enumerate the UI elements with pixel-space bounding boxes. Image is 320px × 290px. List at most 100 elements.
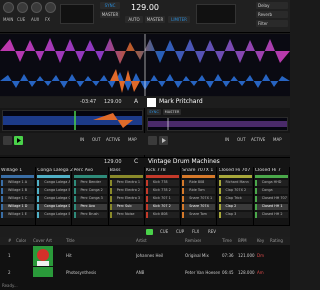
col-color[interactable]: Color <box>16 237 26 245</box>
remix-cell[interactable]: Snare Tom <box>182 212 216 218</box>
deck-b-active-button[interactable]: ACTIVE <box>251 137 265 142</box>
col-time[interactable]: Time <box>222 237 232 245</box>
top-bar: MAIN CUE AUX FX SYNC MASTER 129.00 AUTO … <box>0 0 290 33</box>
cue-button[interactable]: CUE <box>160 229 168 234</box>
remix-cell[interactable]: Perc Conga 3 <box>73 196 107 202</box>
remix-cell[interactable]: Conga Lalega D <box>37 204 71 210</box>
aux-knob[interactable] <box>31 2 42 13</box>
remix-cell[interactable]: Closed HH 1 <box>254 204 288 210</box>
remix-cell[interactable]: Willage 1 E <box>1 212 34 218</box>
deck-a-waveform[interactable] <box>0 34 290 68</box>
remix-cell[interactable]: Clap 3 <box>218 212 252 218</box>
deck-a-in-button[interactable]: IN <box>80 137 84 142</box>
col-rating[interactable]: Rating <box>270 237 283 245</box>
col-cover-art[interactable]: Cover Art <box>33 237 52 245</box>
fx-slot-3[interactable]: Filter <box>256 20 288 27</box>
master-tempo[interactable]: 129.00 <box>125 3 165 12</box>
col-bpm[interactable]: BPM <box>238 237 247 245</box>
deck-a-tempo[interactable]: 129.00 <box>104 99 122 105</box>
remix-cell[interactable]: Perc Conga 2 <box>73 188 107 194</box>
remix-cell[interactable]: Clap 707X 2 <box>218 188 252 194</box>
remix-cell[interactable]: Willage 1 D <box>1 204 34 210</box>
remix-cell[interactable]: Snare 707X 1 <box>182 196 216 202</box>
fx-knob[interactable] <box>45 2 56 13</box>
col-remixer[interactable]: Remixer <box>185 237 201 245</box>
remix-cell[interactable]: Conga Lalega B <box>37 188 71 194</box>
flx-button[interactable]: FLX <box>192 229 199 234</box>
track-browser: # Color Cover Art Title Artist Remixer T… <box>0 237 290 290</box>
deck-b-in-button[interactable]: IN <box>225 137 229 142</box>
deck-b-stripe[interactable] <box>147 117 288 131</box>
remix-cell[interactable]: Kick 778 2 <box>146 188 179 194</box>
fx-slot-1[interactable]: Delay <box>256 2 288 9</box>
col-title[interactable]: Title <box>66 237 75 245</box>
remix-cell[interactable]: Closed HH 2 <box>254 212 288 218</box>
track-title: Hit <box>66 253 72 258</box>
remix-cell[interactable]: Willage 1 B <box>1 188 34 194</box>
remix-cell[interactable]: Ride Tom <box>182 188 216 194</box>
auto-button[interactable]: AUTO <box>125 16 143 23</box>
limiter-button[interactable]: LIMITER <box>168 16 190 23</box>
remix-cell[interactable]: Conga Lalega A <box>37 180 71 186</box>
remix-cell[interactable]: Kick 808 <box>146 212 179 218</box>
deck-a-play-button[interactable] <box>14 136 23 145</box>
main-volume-knob[interactable] <box>3 2 14 13</box>
cup-button[interactable]: CUP <box>176 229 184 234</box>
remix-cell[interactable]: Perc Sub <box>109 204 143 210</box>
remix-cell[interactable]: Conga Lalega C <box>37 196 71 202</box>
remix-cell[interactable]: Perc Brush <box>73 212 107 218</box>
deck-a-active-button[interactable]: ACTIVE <box>106 137 120 142</box>
fx-slot-2[interactable]: Reverb <box>256 11 288 18</box>
remix-cell[interactable]: Conga <box>254 188 288 194</box>
cue-volume-knob[interactable] <box>17 2 28 13</box>
remix-cell[interactable]: Perc Bender <box>73 180 107 186</box>
deck-b-play-button[interactable] <box>159 136 168 145</box>
remix-cell[interactable]: Conga Lalega E <box>37 212 71 218</box>
deck-b-map-button[interactable]: MAP <box>273 137 282 142</box>
col-key[interactable]: Key <box>257 237 264 245</box>
track-bpm: 121.000 <box>238 253 255 258</box>
play-button[interactable] <box>146 229 153 235</box>
remix-slot-color-bar <box>218 175 252 178</box>
sync-mode-button[interactable]: SYNC <box>100 2 120 9</box>
remix-slot-color-bar <box>73 175 107 178</box>
remix-cell[interactable]: Closed HH 707 <box>254 196 288 202</box>
deck-a-map-button[interactable]: MAP <box>128 137 137 142</box>
remix-cell[interactable]: Snare 7074 <box>182 204 216 210</box>
remix-cell[interactable]: Conga HHD <box>254 180 288 186</box>
track-row[interactable]: 1 Hit Johannes Heil Original Mix 07:36 1… <box>0 245 290 267</box>
rev-button[interactable]: REV <box>208 229 216 234</box>
deck-b-cue-button[interactable] <box>148 136 157 145</box>
deck-a-stripe[interactable] <box>2 110 143 131</box>
remix-cell[interactable]: Perc Electro 3 <box>109 196 143 202</box>
remix-cell[interactable]: Richard Mann <box>218 180 252 186</box>
deck-a-letter: A <box>134 98 139 105</box>
deck-b-waveform[interactable] <box>0 66 290 96</box>
clock-master-button[interactable]: MASTER <box>100 11 120 18</box>
deck-b-out-button[interactable]: OUT <box>237 137 246 142</box>
remix-cell[interactable]: Kick 707 1 <box>146 196 179 202</box>
col-number[interactable]: # <box>8 237 11 245</box>
remix-cell[interactable]: Ride 808 <box>182 180 216 186</box>
master-button[interactable]: MASTER <box>145 16 165 23</box>
remix-cell[interactable]: Kick 778 <box>146 180 179 186</box>
remix-cell[interactable]: Clap Trick <box>218 196 252 202</box>
deck-c-tempo[interactable]: 129.00 <box>104 159 122 165</box>
remix-slot-color-bar <box>109 175 143 178</box>
remix-cell[interactable]: Perc Avo <box>73 204 107 210</box>
remix-cell[interactable]: Clap 2 <box>218 204 252 210</box>
col-artist[interactable]: Artist <box>136 237 147 245</box>
deck-a-out-button[interactable]: OUT <box>92 137 101 142</box>
track-row[interactable]: 2 Photosynthesis ANB Peter Van Hoesen 06… <box>0 267 290 289</box>
remix-slot-color-bar <box>37 175 71 178</box>
remix-cell[interactable]: Perc Electro 1 <box>109 180 143 186</box>
remix-cell[interactable]: Willage 1 C <box>1 196 34 202</box>
remix-cell[interactable]: Kick 707 2 <box>146 204 179 210</box>
deck-a-cue-button[interactable] <box>3 136 12 145</box>
remix-cell[interactable]: Perc Electro 2 <box>109 188 143 194</box>
remix-cell[interactable]: Perc Noise <box>109 212 143 218</box>
deck-b-sync-button[interactable]: SYNC <box>147 109 161 115</box>
deck-b-master-button[interactable]: MASTER <box>163 109 181 115</box>
remix-cell[interactable]: Willage 1 A <box>1 180 34 186</box>
level-meter <box>196 4 236 24</box>
